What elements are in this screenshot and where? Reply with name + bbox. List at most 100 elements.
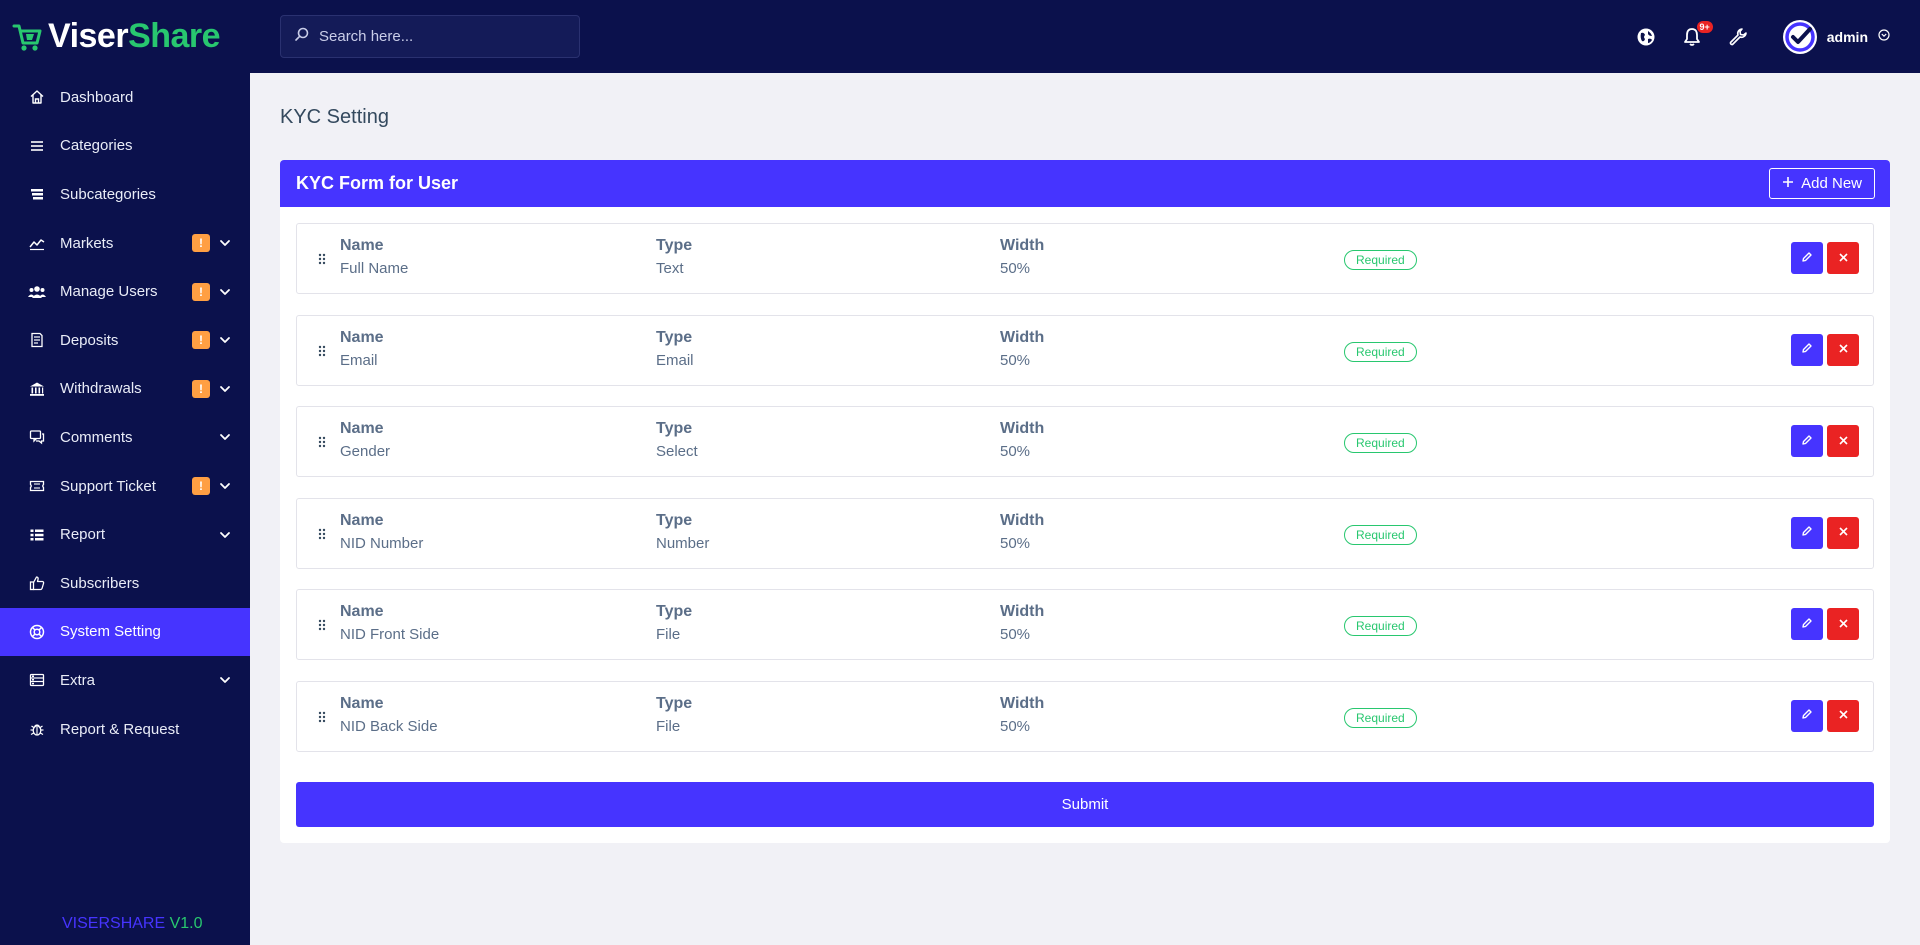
field-name: NID Number [340, 534, 424, 552]
delete-button[interactable] [1827, 699, 1859, 732]
required-badge: Required [1344, 250, 1417, 270]
sidebar-item-subcategories[interactable]: Subcategories [0, 170, 250, 219]
edit-button[interactable] [1791, 699, 1823, 732]
column-header: Name [340, 328, 384, 346]
sidebar-item-report[interactable]: Report [0, 510, 250, 559]
width-column: Width 50% [1000, 695, 1044, 735]
delete-button[interactable] [1827, 242, 1859, 274]
sidebar-item-report-request[interactable]: Report & Request [0, 705, 250, 754]
sidebar-item-label: Manage Users [60, 283, 158, 301]
drag-handle-icon[interactable] [317, 251, 327, 267]
submit-button[interactable]: Submit [296, 782, 1874, 827]
sidebar-item-comments[interactable]: Comments [0, 413, 250, 462]
bug-icon [28, 720, 46, 738]
chevron-down-icon [218, 673, 232, 687]
column-header: Name [340, 694, 384, 712]
alert-badge: ! [192, 477, 210, 496]
sidebar-item-markets[interactable]: Markets! [0, 219, 250, 268]
sidebar-item-categories[interactable]: Categories [0, 122, 250, 171]
edit-button[interactable] [1791, 333, 1823, 366]
pencil-icon [1801, 525, 1813, 540]
search-input[interactable] [319, 28, 559, 45]
sidebar-item-label: Report & Request [60, 720, 180, 738]
sidebar-item-label: Report [60, 526, 106, 544]
required-badge: Required [1344, 433, 1417, 453]
search-box[interactable] [280, 15, 580, 58]
drag-handle-icon[interactable] [317, 434, 327, 450]
field-name: Gender [340, 443, 391, 460]
type-column: Type Text [656, 237, 692, 277]
card-header: KYC Form for User Add New [280, 160, 1890, 207]
pencil-icon [1801, 617, 1813, 632]
delete-button[interactable] [1827, 333, 1859, 366]
close-icon [1838, 617, 1849, 632]
edit-button[interactable] [1791, 242, 1823, 274]
search-icon [295, 27, 309, 46]
column-header: Width [1000, 694, 1045, 712]
edit-button[interactable] [1791, 516, 1823, 549]
sidebar-item-support-ticket[interactable]: Support Ticket! [0, 462, 250, 511]
drag-handle-icon[interactable] [317, 526, 327, 542]
pencil-icon [1801, 434, 1813, 449]
brand-part2: Share [128, 17, 221, 55]
sidebar-item-label: Comments [60, 428, 133, 446]
delete-button[interactable] [1827, 608, 1859, 640]
field-width: 50% [1000, 534, 1031, 552]
ticket-icon [28, 477, 46, 495]
plus-icon [1782, 175, 1794, 192]
user-menu[interactable]: admin [1782, 19, 1890, 54]
globe-icon[interactable] [1635, 26, 1657, 48]
brand-name: ViserShare [48, 17, 221, 56]
alert-badge: ! [192, 234, 210, 253]
sidebar-item-manage-users[interactable]: Manage Users! [0, 267, 250, 316]
field-row: Name Gender Type Select Width 50% Required [296, 406, 1874, 477]
sidebar-item-system-setting[interactable]: System Setting [0, 607, 250, 657]
type-column: Type Select [656, 420, 698, 460]
brand-part1: Viser [48, 17, 129, 55]
edit-button[interactable] [1791, 608, 1823, 640]
topbar-actions: 9+ admin [1635, 0, 1890, 73]
brand-logo[interactable]: ViserShare [0, 0, 250, 73]
close-icon [1838, 434, 1849, 449]
field-name: NID Back Side [340, 717, 438, 735]
chevron-down-icon [218, 528, 232, 542]
comments-icon [28, 428, 46, 446]
drag-handle-icon[interactable] [317, 709, 327, 725]
column-header: Name [340, 511, 384, 529]
chevron-down-icon [218, 333, 232, 347]
alert-badge: ! [192, 331, 210, 350]
close-icon [1838, 342, 1849, 357]
column-header: Type [656, 328, 693, 346]
column-header: Type [656, 694, 693, 712]
cart-logo-icon [12, 20, 42, 54]
sidebar-item-label: Support Ticket [60, 477, 156, 495]
delete-button[interactable] [1827, 516, 1859, 549]
sidebar-item-dashboard[interactable]: Dashboard [0, 73, 250, 122]
version-number: V1.0 [169, 915, 203, 932]
field-row: Name NID Back Side Type File Width 50% Require… [296, 680, 1874, 752]
sidebar-item-subscribers[interactable]: Subscribers [0, 559, 250, 608]
topbar: 9+ admin [250, 0, 1920, 73]
chevron-down-icon [218, 479, 232, 493]
name-column: Name NID Number [340, 512, 423, 552]
row-actions [1791, 516, 1859, 549]
column-header: Type [656, 603, 693, 620]
version-name: VISERSHARE [62, 915, 166, 932]
wrench-icon[interactable] [1727, 26, 1749, 48]
drag-handle-icon[interactable] [317, 343, 327, 359]
field-type: Email [656, 351, 694, 369]
bank-icon [28, 380, 46, 398]
delete-button[interactable] [1827, 425, 1859, 457]
bell-icon[interactable]: 9+ [1681, 20, 1713, 48]
sidebar-item-withdrawals[interactable]: Withdrawals! [0, 365, 250, 414]
sidebar-nav: Dashboard Categories Subcategories Markets!… [0, 73, 250, 753]
field-width: 50% [1000, 626, 1031, 643]
edit-button[interactable] [1791, 425, 1823, 457]
sidebar-item-deposits[interactable]: Deposits! [0, 316, 250, 365]
drag-handle-icon[interactable] [317, 617, 327, 633]
column-header: Width [1000, 328, 1045, 346]
close-icon [1838, 708, 1849, 723]
add-new-button[interactable]: Add New [1769, 168, 1875, 199]
sidebar-item-extra[interactable]: Extra [0, 656, 250, 705]
thumbs-up-icon [28, 574, 46, 592]
